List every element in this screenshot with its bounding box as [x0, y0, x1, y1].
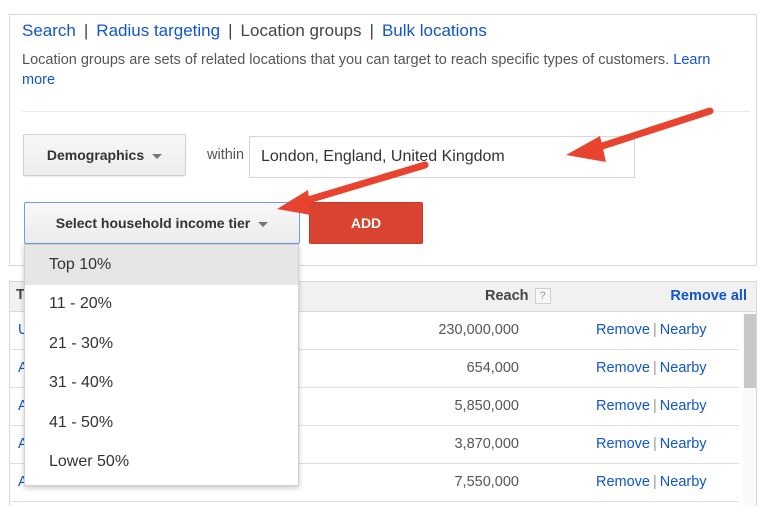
menu-item-31-40[interactable]: 31 - 40% — [25, 364, 298, 404]
remove-link[interactable]: Remove — [596, 322, 650, 338]
action-separator: | — [653, 322, 657, 338]
row-actions: Remove | Nearby — [596, 398, 707, 414]
row-actions: Remove | Nearby — [596, 474, 707, 490]
remove-all-link[interactable]: Remove all — [670, 288, 747, 304]
remove-link[interactable]: Remove — [596, 398, 650, 414]
row-actions: Remove | Nearby — [596, 360, 707, 376]
chevron-down-icon — [258, 221, 269, 227]
description-text: Location groups are sets of related loca… — [22, 52, 670, 68]
nearby-link[interactable]: Nearby — [660, 360, 707, 376]
nav-separator: | — [83, 21, 89, 40]
remove-link[interactable]: Remove — [596, 360, 650, 376]
location-targeting-panel: Search | Radius targeting | Location groups |… — [9, 14, 757, 266]
group-type-label: Demographics — [46, 147, 145, 163]
menu-item-11-20[interactable]: 11 - 20% — [25, 285, 298, 325]
group-type-dropdown[interactable]: Demographics — [23, 134, 186, 176]
tab-search[interactable]: Search — [22, 21, 76, 40]
add-button[interactable]: ADD — [309, 202, 423, 244]
menu-item-21-30[interactable]: 21 - 30% — [25, 324, 298, 364]
location-groups-description: Location groups are sets of related loca… — [22, 50, 737, 90]
nav-separator: | — [228, 21, 233, 40]
location-input[interactable] — [249, 136, 635, 178]
income-tier-menu: Top 10% 11 - 20% 21 - 30% 31 - 40% 41 - … — [24, 244, 299, 486]
column-header-reach: Reach ? — [485, 288, 551, 304]
nav-separator: | — [369, 21, 374, 40]
nearby-link[interactable]: Nearby — [660, 436, 707, 452]
row-actions: Remove | Nearby — [596, 436, 707, 452]
tab-radius-targeting[interactable]: Radius targeting — [96, 21, 220, 40]
action-separator: | — [653, 398, 657, 414]
tab-location-groups[interactable]: Location groups — [241, 21, 362, 40]
row-actions: Remove | Nearby — [596, 322, 707, 338]
reach-value: 5,850,000 — [454, 398, 519, 414]
menu-item-lower-50[interactable]: Lower 50% — [25, 443, 298, 483]
action-separator: | — [653, 360, 657, 376]
income-tier-label: Select household income tier — [55, 215, 251, 231]
reach-header-label: Reach — [485, 288, 529, 304]
section-divider — [22, 111, 750, 112]
within-label: within — [207, 147, 245, 163]
menu-item-41-50[interactable]: 41 - 50% — [25, 403, 298, 443]
remove-link[interactable]: Remove — [596, 436, 650, 452]
remove-link[interactable]: Remove — [596, 474, 650, 490]
reach-value: 7,550,000 — [454, 474, 519, 490]
location-nav: Search | Radius targeting | Location groups |… — [22, 19, 487, 43]
action-separator: | — [653, 436, 657, 452]
reach-value: 3,870,000 — [454, 436, 519, 452]
scrollbar-thumb[interactable] — [744, 314, 756, 388]
help-icon[interactable]: ? — [534, 288, 551, 304]
tab-bulk-locations[interactable]: Bulk locations — [382, 21, 487, 40]
nearby-link[interactable]: Nearby — [660, 474, 707, 490]
nearby-link[interactable]: Nearby — [660, 398, 707, 414]
table-scrollbar[interactable] — [743, 312, 756, 507]
menu-item-top-10[interactable]: Top 10% — [25, 245, 298, 285]
income-tier-dropdown[interactable]: Select household income tier — [24, 202, 300, 244]
reach-value: 230,000,000 — [438, 322, 519, 338]
reach-value: 654,000 — [466, 360, 519, 376]
action-separator: | — [653, 474, 657, 490]
chevron-down-icon — [152, 153, 163, 159]
nearby-link[interactable]: Nearby — [660, 322, 707, 338]
